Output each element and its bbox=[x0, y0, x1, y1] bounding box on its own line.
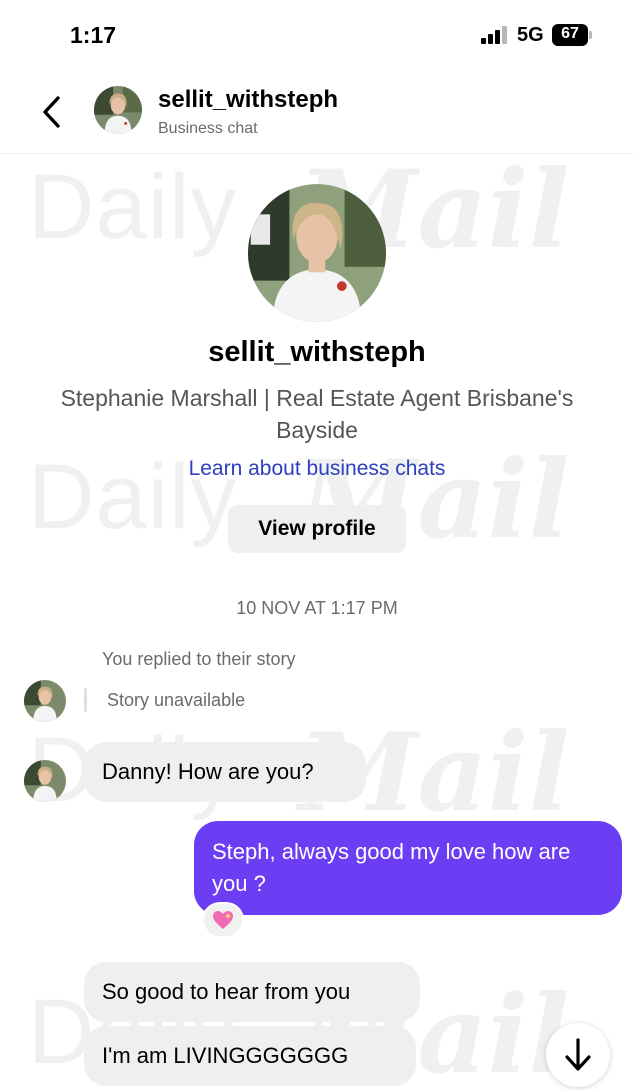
outgoing-message[interactable]: Steph, always good my love how are you ? bbox=[194, 821, 622, 915]
profile-username: sellit_withsteph bbox=[208, 336, 426, 368]
incoming-message[interactable]: I'm am LIVINGGGGGGG bbox=[84, 1026, 416, 1086]
profile-photo bbox=[94, 86, 142, 134]
profile-photo bbox=[24, 760, 66, 802]
story-reply-note: You replied to their story bbox=[102, 649, 296, 669]
sparkling-heart-icon[interactable] bbox=[202, 902, 244, 938]
story-quote-bar bbox=[84, 688, 87, 712]
signal-icon bbox=[481, 26, 509, 44]
message-timestamp: 10 NOV AT 1:17 PM bbox=[236, 598, 398, 618]
profile-photo bbox=[248, 184, 386, 322]
status-time: 1:17 bbox=[70, 22, 117, 48]
incoming-message[interactable]: So good to hear from you bbox=[84, 962, 420, 1022]
profile-photo bbox=[24, 680, 66, 722]
chat-header: sellit_withsteph Business chat bbox=[0, 70, 634, 154]
scroll-to-bottom-button[interactable] bbox=[546, 1023, 610, 1087]
battery-icon: 67 bbox=[552, 24, 592, 46]
profile-avatar[interactable] bbox=[248, 184, 386, 322]
learn-business-chats-link[interactable]: Learn about business chats bbox=[0, 457, 634, 481]
profile-bio: Stephanie Marshall | Real Estate Agent B… bbox=[60, 385, 574, 443]
avatar[interactable] bbox=[24, 680, 66, 722]
avatar[interactable] bbox=[24, 760, 66, 802]
arrow-down-icon bbox=[565, 1038, 591, 1071]
battery-percent: 67 bbox=[561, 25, 579, 42]
avatar[interactable] bbox=[94, 86, 142, 134]
view-profile-button[interactable]: View profile bbox=[228, 505, 406, 553]
heart-icon bbox=[213, 911, 233, 929]
network-label: 5G bbox=[517, 24, 544, 46]
incoming-message[interactable]: Danny! How are you? bbox=[84, 742, 366, 802]
status-bar: 1:17 5G 67 bbox=[0, 0, 634, 70]
chevron-left-icon bbox=[43, 96, 60, 128]
header-username[interactable]: sellit_withsteph bbox=[158, 86, 338, 114]
back-button[interactable] bbox=[34, 90, 74, 134]
story-unavailable-label: Story unavailable bbox=[107, 690, 246, 710]
header-subtitle: Business chat bbox=[158, 120, 258, 137]
